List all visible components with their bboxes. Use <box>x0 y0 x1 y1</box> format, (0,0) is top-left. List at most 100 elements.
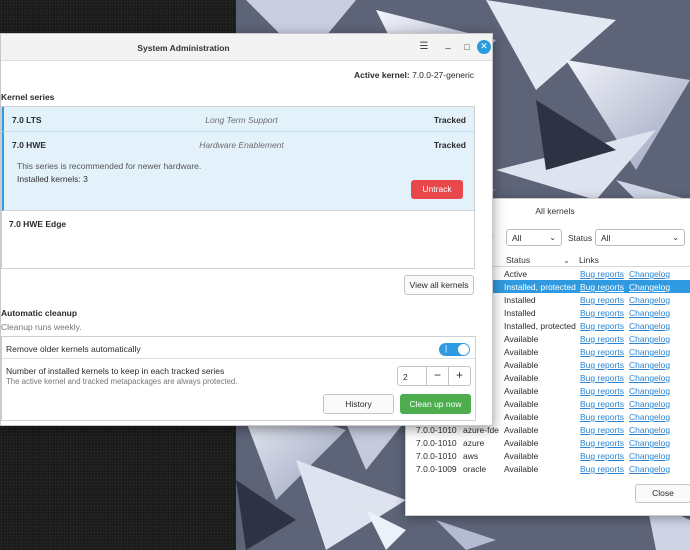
kernel-status: Installed <box>504 308 536 318</box>
series-description: Hardware Enablement <box>199 140 284 150</box>
series-status: Tracked <box>433 140 466 150</box>
installed-kernels-count: Installed kernels: 3 <box>17 174 88 184</box>
changelog-link[interactable]: Changelog <box>629 334 670 344</box>
kernel-flavor: oracle <box>463 464 487 474</box>
changelog-link[interactable]: Changelog <box>629 399 670 409</box>
bug-reports-link[interactable]: Bug reports <box>580 412 624 422</box>
changelog-link[interactable]: Changelog <box>629 425 670 435</box>
kernel-status: Available <box>504 451 539 461</box>
toggle-on-indicator: | <box>445 344 448 353</box>
history-button[interactable]: History <box>323 394 394 414</box>
status-filter-label: Status <box>568 233 593 243</box>
bug-reports-link[interactable]: Bug reports <box>580 425 624 435</box>
column-header-links[interactable]: Links <box>579 255 599 265</box>
series-row-hwe-edge[interactable]: 7.0 HWE Edge <box>2 211 474 269</box>
table-row[interactable]: 7.0.0-1009 oracle Available Bug reports Chan… <box>406 462 690 475</box>
bug-reports-link[interactable]: Bug reports <box>580 321 624 331</box>
bug-reports-link[interactable]: Bug reports <box>580 308 624 318</box>
table-row[interactable]: 7.0.0-1010 azure Available Bug reports Chang… <box>406 436 690 449</box>
window-title: System Administration <box>137 43 230 53</box>
kernel-status: Available <box>504 438 539 448</box>
kernel-flavor: azure-fde <box>463 425 499 435</box>
bug-reports-link[interactable]: Bug reports <box>580 269 624 279</box>
active-kernel-value: 7.0.0-27-generic <box>412 70 474 80</box>
kernel-status: Available <box>504 360 539 370</box>
series-description: Long Term Support <box>205 115 278 125</box>
bug-reports-link[interactable]: Bug reports <box>580 464 624 474</box>
keep-count-label: Number of installed kernels to keep in e… <box>6 366 225 376</box>
decrement-button[interactable]: − <box>426 367 448 385</box>
changelog-link[interactable]: Changelog <box>629 308 670 318</box>
filter-select[interactable]: All ⌄ <box>506 229 562 246</box>
changelog-link[interactable]: Changelog <box>629 321 670 331</box>
bug-reports-link[interactable]: Bug reports <box>580 360 624 370</box>
changelog-link[interactable]: Changelog <box>629 412 670 422</box>
bug-reports-link[interactable]: Bug reports <box>580 295 624 305</box>
kernel-status: Available <box>504 347 539 357</box>
kernel-flavor: aws <box>463 451 479 461</box>
titlebar: System Administration ☰ – □ ✕ <box>1 34 492 61</box>
series-name: 7.0 HWE Edge <box>9 219 67 229</box>
kernel-flavor: azure <box>463 438 485 448</box>
bug-reports-link[interactable]: Bug reports <box>580 334 624 344</box>
bug-reports-link[interactable]: Bug reports <box>580 373 624 383</box>
changelog-link[interactable]: Changelog <box>629 282 670 292</box>
keep-count-value[interactable]: 2 <box>403 372 408 382</box>
increment-button[interactable]: + <box>448 367 470 385</box>
maximize-icon[interactable]: □ <box>460 40 474 54</box>
bug-reports-link[interactable]: Bug reports <box>580 399 624 409</box>
status-filter-value: All <box>601 233 611 243</box>
keep-count-hint: The active kernel and tracked metapackag… <box>6 377 238 386</box>
kernel-version: 7.0.0-1010 <box>416 425 457 435</box>
filter-select-value: All <box>512 233 522 243</box>
changelog-link[interactable]: Changelog <box>629 386 670 396</box>
series-row-hwe[interactable]: 7.0 HWE Hardware Enablement Tracked This… <box>2 132 474 211</box>
view-all-kernels-button[interactable]: View all kernels <box>404 275 474 295</box>
changelog-link[interactable]: Changelog <box>629 451 670 461</box>
remove-older-row: Remove older kernels automatically | <box>2 337 475 359</box>
close-button[interactable]: Close <box>635 484 690 503</box>
system-administration-window[interactable]: System Administration ☰ – □ ✕ Active ker… <box>0 33 493 426</box>
changelog-link[interactable]: Changelog <box>629 373 670 383</box>
minimize-icon[interactable]: – <box>441 42 455 56</box>
close-icon[interactable]: ✕ <box>477 40 491 54</box>
bug-reports-link[interactable]: Bug reports <box>580 386 624 396</box>
kernel-version: 7.0.0-1009 <box>416 464 457 474</box>
automatic-cleanup-heading: Automatic cleanup <box>1 308 78 318</box>
kernel-status: Available <box>504 464 539 474</box>
kernel-series-list: 7.0 LTS Long Term Support Tracked 7.0 HW… <box>1 106 475 269</box>
hamburger-menu-icon[interactable]: ☰ <box>417 40 431 54</box>
kernel-status: Available <box>504 373 539 383</box>
kernel-status: Available <box>504 386 539 396</box>
column-header-status[interactable]: Status <box>506 255 530 265</box>
bug-reports-link[interactable]: Bug reports <box>580 451 624 461</box>
changelog-link[interactable]: Changelog <box>629 360 670 370</box>
changelog-link[interactable]: Changelog <box>629 438 670 448</box>
kernel-status: Available <box>504 412 539 422</box>
kernel-status: Installed <box>504 295 536 305</box>
clean-up-now-button[interactable]: Clean up now <box>400 394 471 414</box>
changelog-link[interactable]: Changelog <box>629 295 670 305</box>
remove-older-toggle[interactable]: | <box>439 343 470 356</box>
kernel-series-heading: Kernel series <box>1 92 55 102</box>
kernel-version: 7.0.0-1010 <box>416 451 457 461</box>
untrack-button[interactable]: Untrack <box>411 180 463 199</box>
cleanup-schedule-text: Cleanup runs weekly. <box>1 322 82 332</box>
kernel-version: 7.0.0-1010 <box>416 438 457 448</box>
changelog-link[interactable]: Changelog <box>629 347 670 357</box>
keep-count-stepper[interactable]: 2 − + <box>397 366 471 386</box>
series-status: Tracked <box>433 115 466 125</box>
bug-reports-link[interactable]: Bug reports <box>580 347 624 357</box>
bug-reports-link[interactable]: Bug reports <box>580 282 624 292</box>
chevron-down-icon: ⌄ <box>672 233 679 242</box>
series-row-lts[interactable]: 7.0 LTS Long Term Support Tracked <box>2 107 474 132</box>
remove-older-label: Remove older kernels automatically <box>6 344 141 354</box>
chevron-down-icon: ⌄ <box>549 233 556 242</box>
kernel-status: Available <box>504 425 539 435</box>
status-filter-select[interactable]: All ⌄ <box>595 229 685 246</box>
bug-reports-link[interactable]: Bug reports <box>580 438 624 448</box>
active-kernel-info: Active kernel: 7.0.0-27-generic <box>354 70 474 80</box>
changelog-link[interactable]: Changelog <box>629 269 670 279</box>
table-row[interactable]: 7.0.0-1010 aws Available Bug reports Changel… <box>406 449 690 462</box>
changelog-link[interactable]: Changelog <box>629 464 670 474</box>
